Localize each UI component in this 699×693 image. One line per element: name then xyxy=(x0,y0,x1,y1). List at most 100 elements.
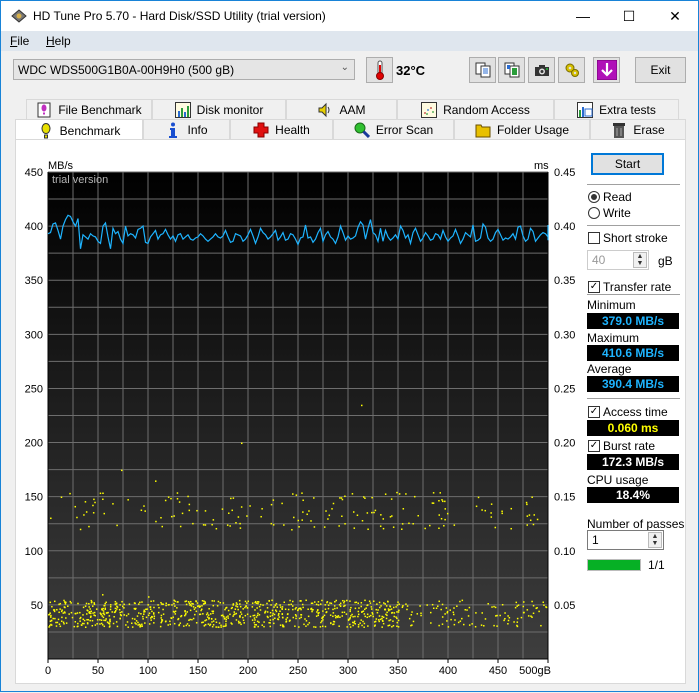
access-time-point xyxy=(63,599,65,602)
access-time-point xyxy=(370,614,372,617)
access-time-point xyxy=(372,600,375,602)
access-time-point xyxy=(208,607,210,610)
access-time-point xyxy=(300,608,302,611)
y-right-tick-label: 0.20 xyxy=(554,438,575,450)
start-button[interactable]: Start xyxy=(591,153,664,175)
access-time-point xyxy=(59,602,62,605)
access-time-point xyxy=(327,604,330,606)
burst-rate-checkbox[interactable]: ✓ Burst rate xyxy=(588,439,655,453)
short-stroke-size-input[interactable]: 40 ▲ ▼ xyxy=(587,250,649,270)
access-time-point xyxy=(219,601,222,604)
access-time-point xyxy=(351,613,353,616)
access-time-point xyxy=(292,616,295,619)
access-time-point xyxy=(397,611,400,613)
write-radio[interactable]: Write xyxy=(588,206,631,220)
access-time-point xyxy=(91,624,94,627)
access-time-point xyxy=(225,620,227,623)
access-time-point xyxy=(258,614,261,616)
access-time-point xyxy=(178,624,180,627)
maximize-button[interactable]: ☐ xyxy=(606,1,652,31)
access-time-point xyxy=(203,600,205,602)
access-time-point xyxy=(64,603,67,605)
y-right-tick-label: 0.10 xyxy=(554,546,575,558)
access-time-point xyxy=(298,526,300,528)
access-time-point xyxy=(493,605,495,608)
access-time-point xyxy=(355,601,358,604)
access-time-point xyxy=(446,512,449,515)
access-time-point xyxy=(85,511,88,513)
access-time-point xyxy=(305,599,307,602)
access-time-point xyxy=(432,492,435,494)
access-time-checkbox[interactable]: ✓ Access time xyxy=(588,405,668,419)
access-time-point xyxy=(308,510,310,512)
radio-selected-icon xyxy=(588,191,600,203)
exit-button[interactable]: Exit xyxy=(635,57,686,83)
access-time-point xyxy=(61,616,63,619)
access-time-point xyxy=(161,620,163,623)
access-time-point xyxy=(368,615,371,618)
access-time-point xyxy=(390,498,393,500)
access-time-point xyxy=(526,503,528,506)
access-time-point xyxy=(277,618,279,620)
access-time-point xyxy=(212,610,215,613)
access-time-point xyxy=(221,508,224,510)
access-time-point xyxy=(257,625,259,628)
access-time-point xyxy=(245,605,247,607)
access-time-point xyxy=(113,611,116,614)
passes-input[interactable]: 1 ▲ ▼ xyxy=(587,530,664,550)
tab-erase[interactable]: Erase xyxy=(590,119,686,139)
access-time-point xyxy=(325,510,327,512)
access-time-point xyxy=(363,613,366,615)
spin-arrows-icon[interactable]: ▲ ▼ xyxy=(633,252,647,268)
access-time-point xyxy=(393,606,395,609)
access-time-point xyxy=(526,515,529,517)
access-time-point xyxy=(382,527,385,530)
access-time-point xyxy=(74,505,77,508)
access-time-point xyxy=(504,612,506,614)
access-time-point xyxy=(292,608,294,611)
access-time-point xyxy=(372,615,374,618)
access-time-point xyxy=(367,625,369,627)
access-time-point xyxy=(178,501,181,503)
close-button[interactable]: ✕ xyxy=(652,1,698,31)
access-time-point xyxy=(378,620,380,623)
access-time-point xyxy=(382,622,385,625)
access-time-point xyxy=(503,619,505,622)
access-time-point xyxy=(321,625,324,628)
access-time-point xyxy=(334,614,337,617)
access-time-point xyxy=(162,608,164,611)
access-time-point xyxy=(452,613,455,616)
save-button[interactable] xyxy=(593,57,620,83)
access-time-point xyxy=(239,603,241,605)
access-time-point xyxy=(207,623,210,625)
access-time-point xyxy=(239,522,241,525)
access-time-point xyxy=(244,606,246,609)
access-time-point xyxy=(361,404,363,407)
access-time-point xyxy=(332,502,335,505)
access-time-point xyxy=(417,514,419,517)
spin-arrows-icon[interactable]: ▲ ▼ xyxy=(648,532,662,548)
access-time-point xyxy=(453,524,456,526)
access-time-point xyxy=(349,608,351,611)
access-time-point xyxy=(133,607,136,610)
read-radio[interactable]: Read xyxy=(588,190,632,204)
access-time-point xyxy=(341,498,344,501)
access-time-point xyxy=(235,612,238,615)
access-time-point xyxy=(237,620,240,623)
access-time-point xyxy=(177,601,179,603)
access-time-point xyxy=(86,613,88,615)
access-time-point xyxy=(185,603,188,606)
access-time-point xyxy=(494,526,497,529)
access-time-point xyxy=(406,605,409,607)
access-time-point xyxy=(276,606,279,608)
access-time-point xyxy=(339,497,341,499)
access-time-point xyxy=(246,602,248,604)
short-stroke-checkbox[interactable]: Short stroke xyxy=(588,231,668,245)
access-time-point xyxy=(153,617,155,620)
access-time-point xyxy=(86,609,88,611)
access-time-point xyxy=(173,622,176,625)
access-time-point xyxy=(321,599,323,602)
access-time-point xyxy=(227,615,229,617)
access-time-point xyxy=(438,624,440,627)
transfer-rate-checkbox[interactable]: ✓ Transfer rate xyxy=(588,280,671,294)
